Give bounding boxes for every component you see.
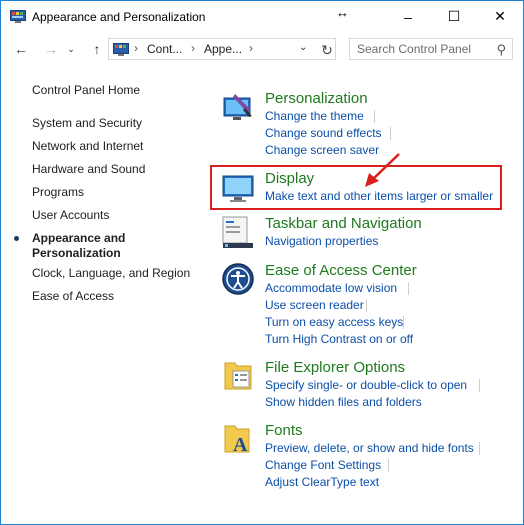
breadcrumb-separator-icon[interactable]: › [249,41,253,55]
task-link-single-double-click[interactable]: Specify single- or double-click to open [265,378,467,393]
maximize-button[interactable]: ☐ [431,1,477,32]
task-link-change-sound-effects[interactable]: Change sound effects [265,126,382,141]
title-bar[interactable]: Appearance and Personalization ↔ – ☐ ✕ [1,1,523,32]
breadcrumb-control-panel[interactable]: Cont... [147,42,182,56]
task-link-accommodate-low-vision[interactable]: Accommodate low vision [265,281,397,296]
control-panel-app-icon [10,10,26,23]
taskbar-icon [222,216,253,248]
display-highlight-box [210,165,502,210]
task-separator [403,316,404,329]
window-title: Appearance and Personalization [32,10,206,24]
breadcrumb-appearance[interactable]: Appe... [204,42,242,56]
forward-button[interactable]: → [41,40,61,58]
category-title-personalization[interactable]: Personalization [265,90,368,108]
task-separator [388,459,389,472]
task-link-change-font-settings[interactable]: Change Font Settings [265,458,381,473]
task-link-preview-delete-fonts[interactable]: Preview, delete, or show and hide fonts [265,441,474,456]
task-separator [366,299,367,312]
search-box[interactable]: ⚲ [349,38,513,60]
sidebar-item-appearance-and-personalization-line2: Personalization [32,246,121,260]
active-item-bullet-icon [14,236,19,241]
sidebar-item-user-accounts[interactable]: User Accounts [32,208,109,223]
fonts-icon: A [224,425,250,456]
up-button[interactable]: ↑ [87,40,107,58]
task-separator [374,110,375,123]
search-icon[interactable]: ⚲ [496,42,506,58]
sidebar-item-appearance-and-personalization: Appearance and [32,231,126,245]
control-panel-window: Appearance and Personalization ↔ – ☐ ✕ ←… [0,0,524,525]
breadcrumb-separator-icon[interactable]: › [191,41,195,55]
task-separator [408,282,409,295]
task-separator [390,127,391,140]
sidebar-item-network-and-internet[interactable]: Network and Internet [32,139,143,154]
task-link-change-theme[interactable]: Change the theme [265,109,364,124]
sidebar-item-programs[interactable]: Programs [32,185,84,200]
task-separator [479,379,480,392]
task-separator [479,442,480,455]
left-navigation-pane: Control Panel Home System and Security N… [1,66,201,506]
personalization-icon [223,94,252,120]
task-link-turn-high-contrast[interactable]: Turn High Contrast on or off [265,332,413,347]
recent-locations-chevron-icon[interactable]: ⌄ [65,40,77,58]
navigation-bar: ← → ⌄ ↑ › Cont... › Appe... › ⌄ ⚲ [1,32,523,66]
sidebar-item-ease-of-access[interactable]: Ease of Access [32,289,114,304]
address-dropdown-chevron-icon[interactable]: ⌄ [299,42,307,53]
red-arrow-annotation-icon [365,153,400,187]
category-title-fonts[interactable]: Fonts [265,422,303,440]
sidebar-item-clock-language-region[interactable]: Clock, Language, and Region [32,266,190,281]
task-link-adjust-cleartype-text[interactable]: Adjust ClearType text [265,475,379,490]
ease-of-access-icon [222,263,254,295]
resize-cursor-icon: ↔ [336,5,349,20]
sidebar-item-control-panel-home[interactable]: Control Panel Home [32,83,140,98]
svg-text:A: A [233,434,248,456]
sidebar-item-system-and-security[interactable]: System and Security [32,116,142,131]
breadcrumb-separator-icon[interactable]: › [134,41,138,55]
task-link-navigation-properties[interactable]: Navigation properties [265,234,378,249]
task-link-show-hidden-files[interactable]: Show hidden files and folders [265,395,422,410]
refresh-button[interactable]: ↻ [317,40,337,60]
category-title-file-explorer-options[interactable]: File Explorer Options [265,359,405,377]
folder-options-icon [224,362,252,390]
minimize-button[interactable]: – [385,1,431,32]
task-link-turn-on-easy-access-keys[interactable]: Turn on easy access keys [265,315,403,330]
sidebar-item-hardware-and-sound[interactable]: Hardware and Sound [32,162,145,177]
category-title-ease-of-access-center[interactable]: Ease of Access Center [265,262,417,280]
address-bar[interactable]: › Cont... › Appe... › ⌄ [108,38,336,60]
task-link-use-screen-reader[interactable]: Use screen reader [265,298,364,313]
category-title-taskbar-navigation[interactable]: Taskbar and Navigation [265,215,422,233]
back-button[interactable]: ← [11,40,31,58]
close-button[interactable]: ✕ [477,1,523,32]
control-panel-icon [113,43,129,56]
search-input[interactable] [350,39,490,59]
